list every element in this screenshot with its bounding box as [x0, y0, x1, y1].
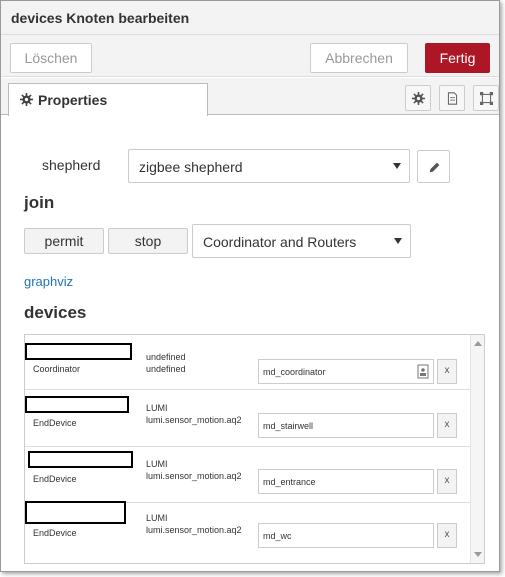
- device-type: EndDevice: [33, 474, 77, 484]
- device-model: undefined: [146, 364, 186, 374]
- file-icon: [447, 92, 458, 105]
- device-name-input[interactable]: md_coordinator: [258, 359, 434, 384]
- device-name-input[interactable]: md_stairwell: [258, 413, 434, 438]
- devices-heading: devices: [24, 303, 87, 322]
- join-mode-select[interactable]: Coordinator and Routers: [192, 224, 411, 258]
- delete-button[interactable]: Löschen: [10, 43, 92, 73]
- device-model: lumi.sensor_motion.aq2: [146, 471, 242, 481]
- device-name-value: md_stairwell: [263, 421, 314, 431]
- cancel-button[interactable]: Abbrechen: [310, 43, 408, 73]
- device-model: lumi.sensor_motion.aq2: [146, 415, 242, 425]
- device-name-value: md_coordinator: [263, 367, 326, 377]
- device-row: EndDevice LUMI lumi.sensor_motion.aq2 md…: [25, 392, 471, 447]
- delete-device-button[interactable]: x: [437, 413, 457, 438]
- join-heading: join: [24, 193, 55, 212]
- chevron-down-icon: [393, 163, 401, 169]
- device-row: EndDevice LUMI lumi.sensor_motion.aq2 md…: [25, 448, 471, 503]
- device-info: LUMI lumi.sensor_motion.aq2: [146, 458, 242, 482]
- device-id-redacted: [25, 343, 132, 360]
- delete-device-button[interactable]: x: [437, 469, 457, 494]
- tab-properties[interactable]: Properties: [8, 83, 208, 116]
- graphviz-link[interactable]: graphviz: [24, 274, 73, 289]
- device-list-scrollbar[interactable]: [470, 335, 484, 563]
- permit-button[interactable]: permit: [24, 228, 104, 254]
- device-manufacturer: LUMI: [146, 513, 168, 523]
- gear-icon: [412, 92, 425, 105]
- node-appearance-button[interactable]: [473, 85, 499, 111]
- device-manufacturer: LUMI: [146, 459, 168, 469]
- delete-device-button[interactable]: x: [437, 523, 457, 548]
- device-type: Coordinator: [33, 364, 81, 374]
- device-type: EndDevice: [33, 528, 77, 538]
- join-mode-value: Coordinator and Routers: [203, 234, 357, 250]
- device-info: LUMI lumi.sensor_motion.aq2: [146, 402, 242, 426]
- device-name-value: md_entrance: [263, 477, 316, 487]
- device-info: LUMI lumi.sensor_motion.aq2: [146, 512, 242, 536]
- device-id-redacted: [28, 451, 133, 468]
- device-list[interactable]: Coordinator undefined undefined md_coord…: [24, 334, 485, 564]
- chevron-down-icon: [394, 238, 402, 244]
- scroll-up-icon[interactable]: [474, 341, 482, 346]
- tab-bar: Properties: [1, 78, 499, 116]
- node-settings-button[interactable]: [405, 85, 431, 111]
- dialog-toolbar: Löschen Abbrechen Fertig: [1, 35, 499, 77]
- device-name-input[interactable]: md_wc: [258, 523, 434, 548]
- device-name-input[interactable]: md_entrance: [258, 469, 434, 494]
- properties-panel: shepherd zigbee shepherd join permit sto…: [1, 116, 499, 571]
- device-manufacturer: undefined: [146, 352, 186, 362]
- node-description-button[interactable]: [439, 85, 465, 111]
- device-row: Coordinator undefined undefined md_coord…: [25, 335, 471, 390]
- dialog-titlebar: devices Knoten bearbeiten: [1, 1, 499, 35]
- shepherd-select[interactable]: zigbee shepherd: [128, 149, 410, 183]
- device-row: EndDevice LUMI lumi.sensor_motion.aq2 md…: [25, 501, 471, 558]
- stop-button[interactable]: stop: [108, 228, 188, 254]
- device-info: undefined undefined: [146, 351, 186, 375]
- dialog-title: devices Knoten bearbeiten: [11, 10, 190, 26]
- done-button[interactable]: Fertig: [425, 43, 490, 73]
- frame-icon: [480, 92, 493, 105]
- gear-icon: [20, 93, 33, 106]
- device-type: EndDevice: [33, 418, 77, 428]
- pencil-icon: [429, 162, 440, 173]
- device-id-redacted: [25, 396, 129, 413]
- shepherd-label: shepherd: [42, 157, 101, 173]
- edit-shepherd-button[interactable]: [417, 150, 450, 183]
- shepherd-select-value: zigbee shepherd: [139, 159, 243, 175]
- edit-node-dialog: devices Knoten bearbeiten Löschen Abbrec…: [0, 0, 500, 572]
- scroll-down-icon[interactable]: [474, 552, 482, 557]
- device-model: lumi.sensor_motion.aq2: [146, 525, 242, 535]
- device-id-redacted: [25, 501, 126, 524]
- device-name-value: md_wc: [263, 531, 292, 541]
- device-manufacturer: LUMI: [146, 403, 168, 413]
- address-book-icon[interactable]: [417, 364, 429, 379]
- tab-properties-label: Properties: [38, 92, 108, 108]
- delete-device-button[interactable]: x: [437, 359, 457, 384]
